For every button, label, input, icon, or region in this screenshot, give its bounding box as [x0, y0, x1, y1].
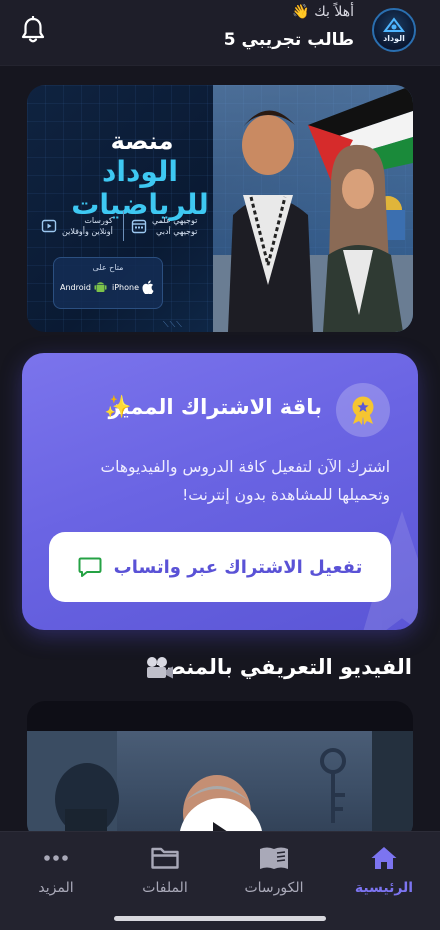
nav-label-more: المزيد: [38, 880, 74, 896]
android-label: Android: [60, 282, 91, 292]
user-name: طالب تجريبي 5: [223, 30, 354, 50]
intro-video-player[interactable]: [27, 701, 413, 841]
feature-courses-text: كورسات أونلاين وأوفلاين: [62, 216, 113, 236]
award-medal-icon: [352, 396, 374, 425]
nav-item-files[interactable]: الملفات: [117, 844, 213, 904]
banner-decoration: ⟋⟋⟋: [163, 320, 183, 329]
nav-label-courses: الكورسات: [244, 880, 304, 896]
nav-item-home[interactable]: الرئيسية: [336, 844, 432, 904]
book-icon: [260, 847, 288, 869]
nav-label-home: الرئيسية: [354, 880, 414, 896]
feature-courses: كورسات أونلاين وأوفلاين: [41, 209, 113, 243]
premium-subscription-card: باقة الاشتراك المميز ✨ اشترك الآن لتفعيل…: [22, 353, 418, 630]
feature-tawjihi-text: توجيهي علمي توجيهي أدبي: [152, 216, 198, 236]
nav-item-courses[interactable]: الكورسات: [226, 844, 322, 904]
app-header: الوداد أهلاً بك 👋 طالب تجريبي 5: [0, 0, 440, 66]
greeting-text: أهلاً بك 👋: [292, 4, 354, 20]
calendar-icon: [131, 219, 147, 234]
promo-banner[interactable]: منصة الوداد للرياضيات توجيهي علمي توجيهي…: [27, 85, 413, 332]
chat-message-icon: [78, 557, 102, 577]
notifications-bell-icon[interactable]: [20, 16, 46, 44]
folder-icon: [151, 847, 179, 869]
video-play-icon: [41, 219, 57, 233]
iphone-label: iPhone: [111, 282, 139, 292]
nav-item-more[interactable]: المزيد: [8, 844, 104, 904]
intro-video-title: الفيديو التعريفي بالمنصة: [152, 655, 412, 679]
app-stores-box: متاح على iPhone Android: [53, 257, 163, 309]
feature-divider: [123, 211, 124, 241]
subscription-description: اشترك الآن لتفعيل كافة الدروس والفيديوها…: [100, 458, 390, 504]
movie-camera-icon: [147, 657, 173, 679]
home-indicator-bar[interactable]: [114, 916, 326, 921]
iphone-store-badge[interactable]: iPhone: [112, 280, 154, 294]
available-on-label: متاح على: [92, 263, 124, 272]
android-icon: [94, 282, 107, 292]
nav-label-files: الملفات: [142, 880, 188, 896]
award-badge: [336, 383, 390, 437]
banner-title-platform: منصة: [110, 127, 174, 155]
subscription-title: باقة الاشتراك المميز: [108, 395, 322, 419]
more-icon: [44, 855, 68, 861]
sparkles-icon: ✨: [104, 395, 132, 420]
android-store-badge[interactable]: Android: [60, 280, 107, 294]
activate-via-whatsapp-button[interactable]: تفعيل الاشتراك عبر واتساب: [49, 532, 391, 602]
activate-button-label: تفعيل الاشتراك عبر واتساب: [113, 556, 363, 578]
logo-mark-icon: [383, 17, 405, 32]
apple-icon: [142, 280, 154, 294]
feature-tawjihi: توجيهي علمي توجيهي أدبي: [131, 209, 197, 243]
logo-text: الوداد: [383, 34, 405, 43]
app-logo: الوداد: [372, 8, 416, 52]
home-icon: [371, 847, 397, 869]
